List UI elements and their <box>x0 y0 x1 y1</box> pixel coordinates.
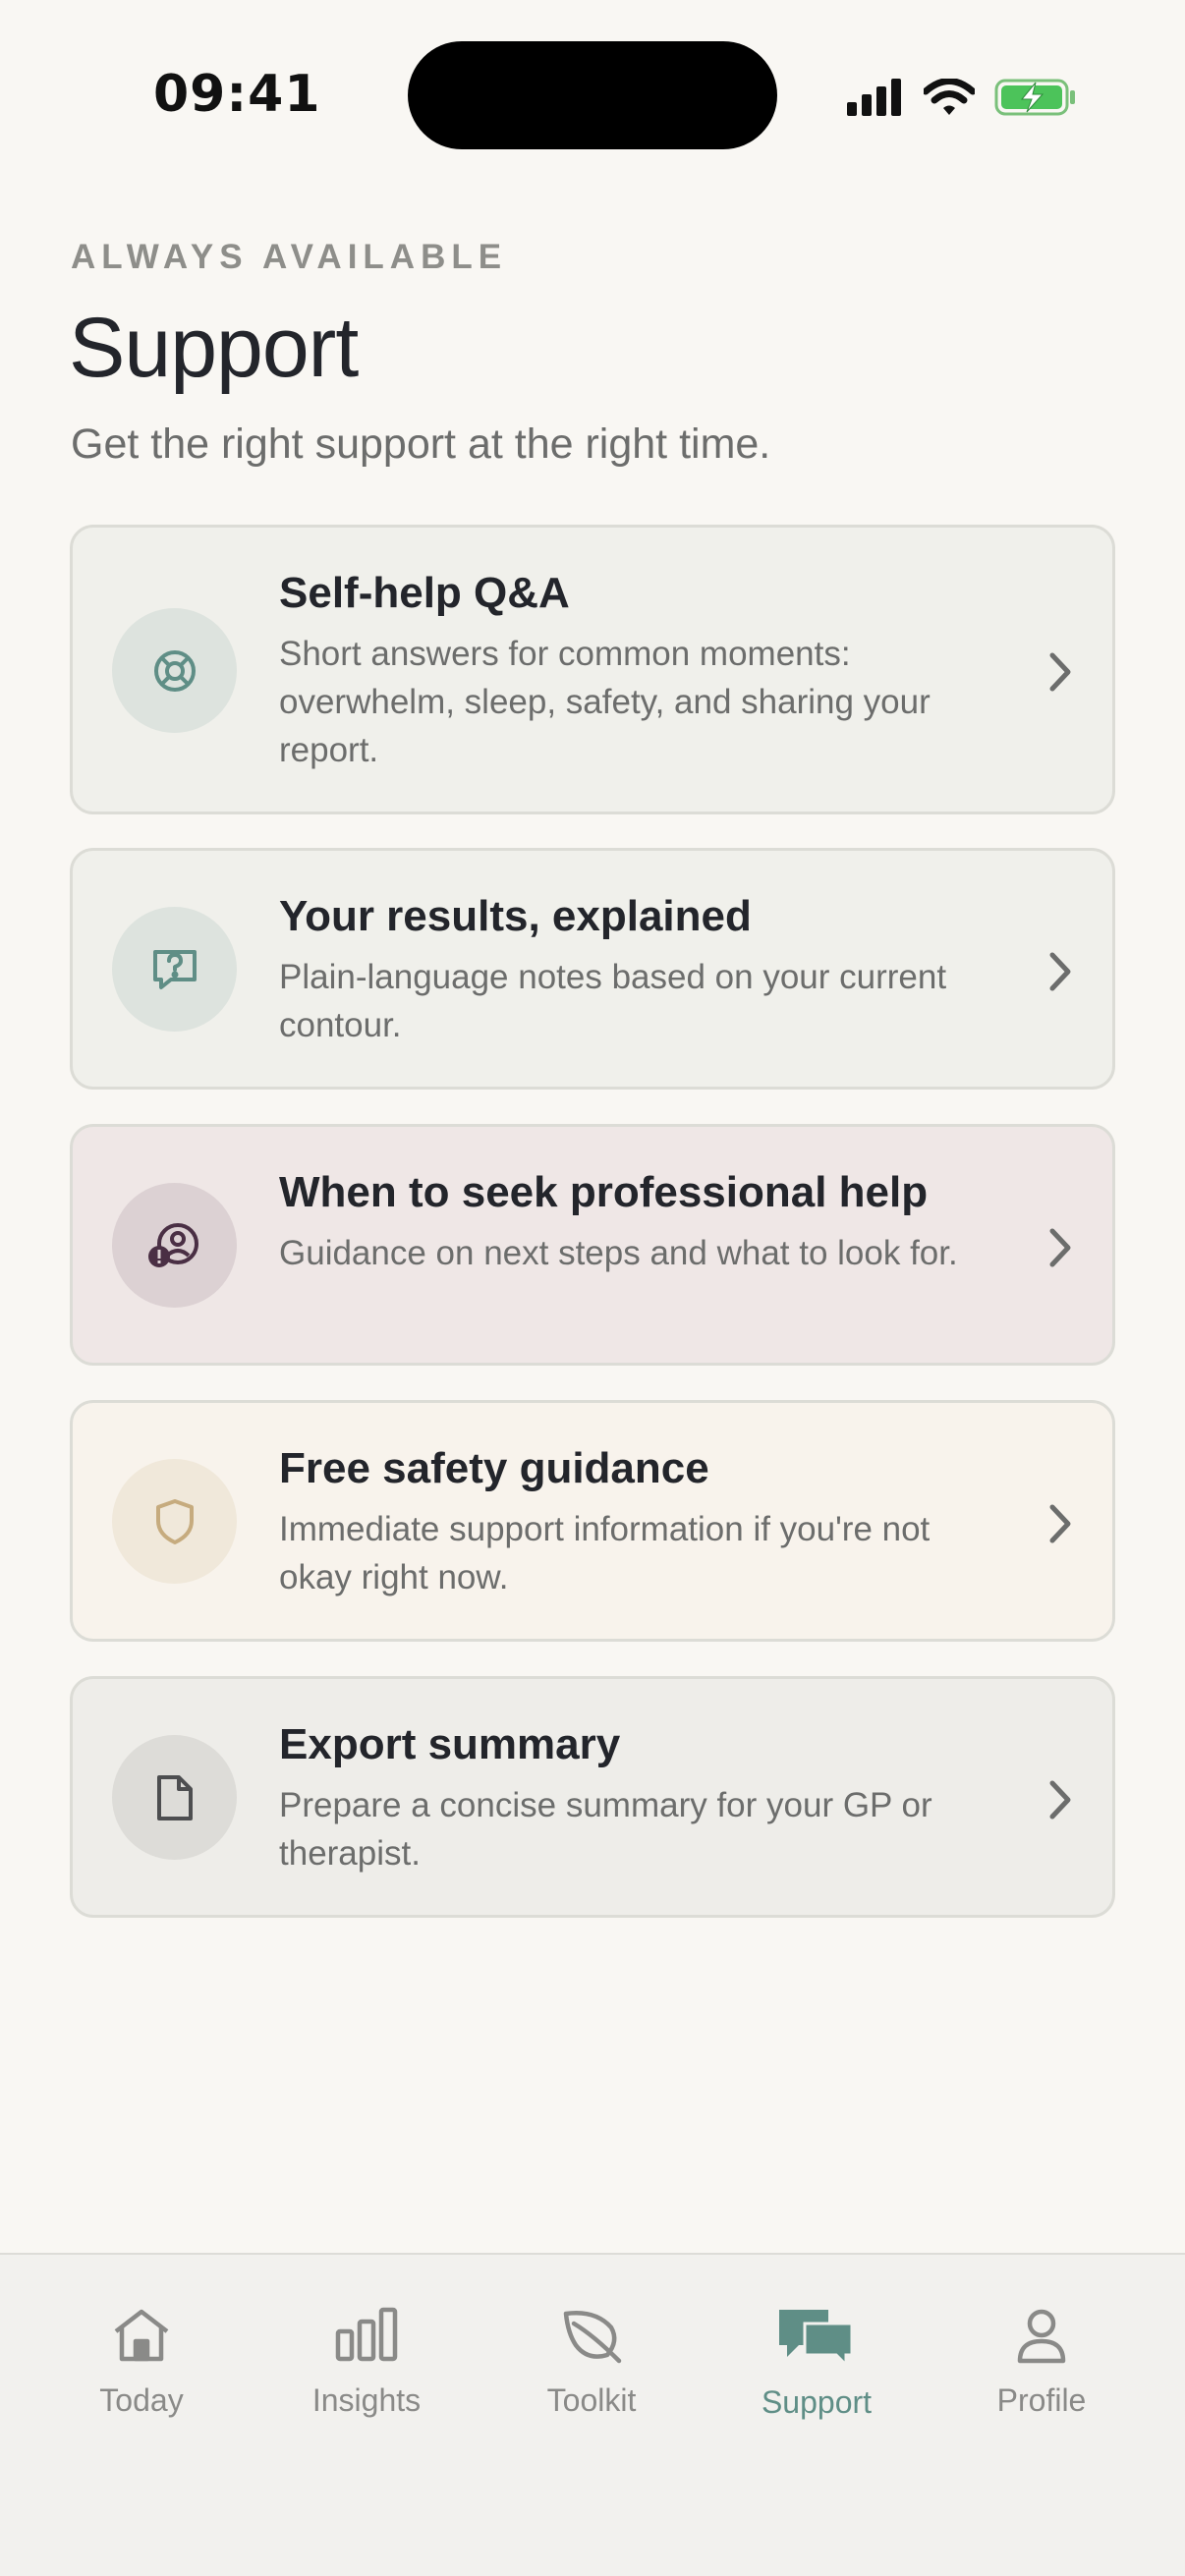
cellular-signal-icon <box>847 79 901 116</box>
card-description: Guidance on next steps and what to look … <box>279 1234 958 1272</box>
card-title: Your results, explained <box>279 892 752 940</box>
card-title: Free safety guidance <box>279 1444 709 1492</box>
card-title: Export summary <box>279 1720 621 1768</box>
chat-bubbles-icon <box>779 2310 854 2367</box>
document-icon <box>112 1735 237 1860</box>
tab-support[interactable]: Support <box>718 2306 915 2421</box>
chevron-right-icon <box>1049 1780 1071 1820</box>
battery-charging-icon <box>994 79 1075 116</box>
leaf-icon <box>563 2311 622 2364</box>
tab-label: Profile <box>996 2382 1087 2418</box>
chevron-right-icon <box>1049 652 1071 692</box>
status-time: 09:41 <box>153 65 321 124</box>
dynamic-island <box>408 41 777 149</box>
home-icon <box>114 2309 169 2362</box>
chevron-right-icon <box>1049 952 1071 991</box>
card-description: Immediate support information if you're … <box>279 1510 931 1596</box>
results-explained-card[interactable]: Your results, explained Plain-language n… <box>70 848 1115 1090</box>
lifebuoy-icon <box>112 608 237 733</box>
professional-help-card[interactable]: When to seek professional help Guidance … <box>70 1124 1115 1366</box>
tab-today[interactable]: Today <box>43 2306 240 2419</box>
tab-label: Insights <box>311 2382 422 2418</box>
bar-chart-icon <box>335 2307 398 2362</box>
wifi-icon <box>924 79 975 115</box>
tab-toolkit[interactable]: Toolkit <box>493 2306 690 2419</box>
person-icon <box>1017 2309 1066 2364</box>
tab-label: Today <box>99 2382 184 2418</box>
question-bubble-icon <box>112 907 237 1032</box>
professional-help-icon <box>112 1183 237 1308</box>
status-icons <box>847 73 1077 122</box>
card-description: Short answers for common moments: overwh… <box>279 635 931 769</box>
card-title: When to seek professional help <box>279 1168 929 1216</box>
card-description: Plain-language notes based on your curre… <box>279 958 947 1044</box>
chevron-right-icon <box>1049 1228 1071 1267</box>
chevron-right-icon <box>1049 1504 1071 1543</box>
page-title: Support <box>69 301 359 395</box>
export-summary-card[interactable]: Export summary Prepare a concise summary… <box>70 1676 1115 1918</box>
page-subtitle: Get the right support at the right time. <box>71 420 771 468</box>
section-eyebrow: ALWAYS AVAILABLE <box>71 238 508 276</box>
free-safety-guidance-card[interactable]: Free safety guidance Immediate support i… <box>70 1400 1115 1642</box>
tab-label: Toolkit <box>546 2382 637 2418</box>
shield-icon <box>112 1459 237 1584</box>
tab-insights[interactable]: Insights <box>268 2306 465 2419</box>
tab-bar: Today Insights Toolkit Support Profile <box>0 2253 1185 2576</box>
card-title: Self-help Q&A <box>279 569 570 617</box>
card-description: Prepare a concise summary for your GP or… <box>279 1786 932 1873</box>
self-help-qa-card[interactable]: Self-help Q&A Short answers for common m… <box>70 525 1115 814</box>
support-screen: 09:41 ALWAYS AVAILABLE Support Get the r… <box>0 0 1185 2576</box>
tab-profile[interactable]: Profile <box>943 2306 1140 2419</box>
tab-label: Support <box>761 2384 873 2420</box>
